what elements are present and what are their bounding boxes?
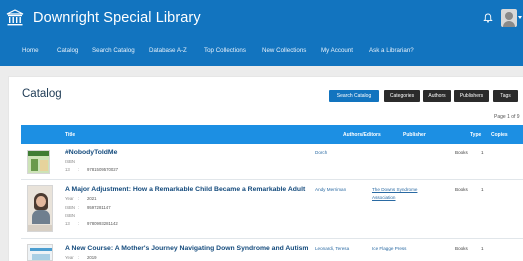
book-cover-image[interactable] — [27, 244, 53, 261]
author-link[interactable]: Leonardi, Teresa — [315, 246, 349, 251]
meta-label: ISBN — [65, 205, 76, 210]
book-title-link[interactable]: #NobodyToldMe — [65, 149, 117, 156]
nav-top-collections[interactable]: Top Collections — [204, 47, 246, 54]
meta-label: ISBN — [65, 213, 76, 218]
page-count: Page 1 of 9 — [494, 114, 520, 120]
meta-separator: : — [78, 196, 80, 201]
book-cover-image[interactable] — [27, 185, 53, 232]
meta-separator: : — [78, 205, 80, 210]
row-divider — [21, 179, 523, 180]
avatar-head — [505, 12, 513, 20]
cover-face — [36, 196, 46, 207]
type-value: Books — [455, 150, 468, 155]
publisher-link[interactable]: Association — [372, 195, 396, 200]
cover-body — [32, 210, 50, 224]
column-authors[interactable]: Authors/Editors — [343, 132, 381, 138]
year-value: 2019 — [87, 255, 97, 260]
bell-icon[interactable] — [483, 13, 493, 23]
page-gap — [0, 66, 523, 76]
nav-ask-a-librarian[interactable]: Ask a Librarian? — [369, 47, 414, 54]
main-nav: Home Catalog Search Catalog Database A-Z… — [0, 36, 523, 66]
meta-label: 13 — [65, 167, 70, 172]
copies-value: 1 — [481, 246, 484, 251]
site-title[interactable]: Downright Special Library — [33, 10, 201, 26]
publishers-button[interactable]: Publishers — [454, 90, 489, 102]
cover-band — [28, 151, 49, 156]
type-value: Books — [455, 187, 468, 192]
author-link[interactable]: Andy Merriman — [315, 187, 346, 192]
meta-separator: : — [78, 167, 80, 172]
chevron-down-icon[interactable] — [518, 16, 522, 19]
type-value: Books — [455, 246, 468, 251]
publisher-link[interactable]: Ice Flagge Press — [372, 246, 406, 251]
book-title-link[interactable]: A Major Adjustment: How a Remarkable Chi… — [65, 186, 305, 193]
cover-title-band — [30, 248, 52, 251]
panel-shade — [0, 76, 8, 261]
table-header: Title Authors/Editors Publisher Type Cop… — [21, 125, 523, 144]
avatar-shoulders — [503, 21, 515, 27]
meta-label: Year — [65, 196, 74, 201]
cover-footer — [28, 225, 52, 231]
column-copies[interactable]: Copies — [491, 132, 508, 138]
column-publisher[interactable]: Publisher — [403, 132, 426, 138]
meta-separator: : — [78, 255, 80, 260]
row-divider — [21, 238, 523, 239]
book-title-link[interactable]: A New Course: A Mother's Journey Navigat… — [65, 245, 308, 252]
cover-figure — [40, 160, 48, 171]
column-title[interactable]: Title — [65, 132, 75, 138]
author-link[interactable]: Dorch — [315, 150, 327, 155]
categories-button[interactable]: Categories — [384, 90, 420, 102]
publisher-link[interactable]: The Downs Syndrome — [372, 187, 417, 192]
search-catalog-button[interactable]: Search Catalog — [329, 90, 379, 102]
copies-value: 1 — [481, 187, 484, 192]
nav-new-collections[interactable]: New Collections — [262, 47, 306, 54]
meta-label: Year — [65, 255, 74, 260]
book-cover-image[interactable] — [27, 150, 50, 174]
page-title: Catalog — [22, 88, 62, 100]
library-logo-icon[interactable] — [6, 9, 24, 27]
isbn13-value: 9780993281142 — [87, 221, 118, 226]
tags-button[interactable]: Tags — [493, 90, 518, 102]
column-type[interactable]: Type — [470, 132, 481, 138]
copies-value: 1 — [481, 150, 484, 155]
catalog-panel — [8, 76, 523, 261]
nav-home[interactable]: Home — [22, 47, 39, 54]
nav-catalog[interactable]: Catalog — [57, 47, 78, 54]
isbn-value: 9597281147 — [87, 205, 111, 210]
year-value: 2021 — [87, 196, 97, 201]
nav-database-a-z[interactable]: Database A-Z — [149, 47, 187, 54]
cover-art — [32, 254, 50, 260]
authors-button[interactable]: Authors — [423, 90, 451, 102]
nav-my-account[interactable]: My Account — [321, 47, 353, 54]
meta-separator: : — [78, 221, 80, 226]
user-avatar-icon[interactable] — [501, 9, 517, 27]
meta-label: ISBN — [65, 159, 76, 164]
top-bar: Downright Special Library — [0, 0, 523, 36]
cover-figure — [31, 159, 38, 171]
meta-label: 13 — [65, 221, 70, 226]
isbn13-value: 9781509570027 — [87, 167, 119, 172]
nav-search-catalog[interactable]: Search Catalog — [92, 47, 135, 54]
